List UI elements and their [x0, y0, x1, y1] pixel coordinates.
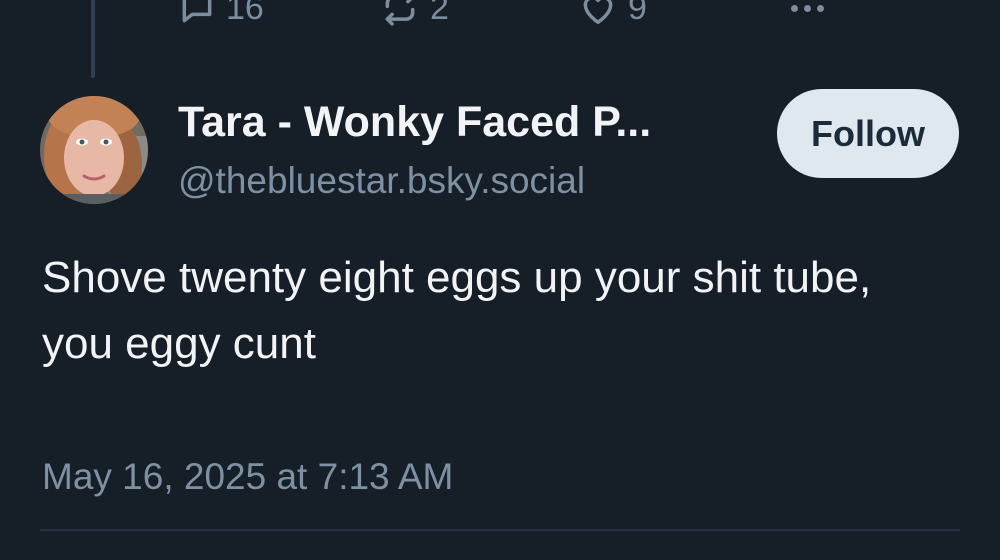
avatar-photo — [40, 96, 148, 204]
post-timestamp[interactable]: May 16, 2025 at 7:13 AM — [42, 453, 453, 501]
follow-button[interactable]: Follow — [777, 89, 959, 178]
like-button[interactable]: 9 — [578, 0, 776, 27]
author-handle[interactable]: @thebluestar.bsky.social — [178, 158, 585, 204]
reply-bubble-icon — [178, 0, 216, 27]
reply-button[interactable]: 16 — [178, 0, 380, 27]
divider — [40, 529, 960, 531]
post-text: Shove twenty eight eggs up your shit tub… — [42, 253, 872, 368]
like-count: 9 — [628, 0, 647, 27]
heart-icon — [578, 0, 618, 27]
repost-count: 2 — [430, 0, 449, 27]
more-options-button[interactable] — [776, 4, 838, 12]
thread-connector-line — [91, 0, 95, 78]
parent-post-action-bar: 16 2 9 — [178, 0, 838, 30]
more-options-icon — [790, 4, 824, 12]
repost-arrows-icon — [380, 0, 420, 27]
reply-count: 16 — [226, 0, 264, 27]
post-detail-screen: 16 2 9 Tara - Wonky Faced P... @theblues… — [0, 0, 1000, 560]
author-display-name[interactable]: Tara - Wonky Faced P... — [178, 96, 758, 148]
repost-button[interactable]: 2 — [380, 0, 578, 27]
author-avatar[interactable] — [40, 96, 148, 204]
